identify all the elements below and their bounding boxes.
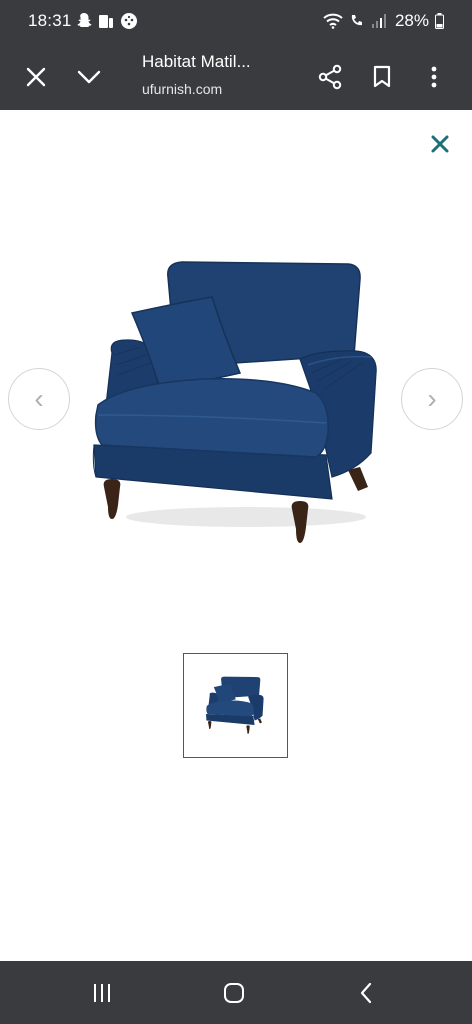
close-icon [26,67,46,87]
chevron-right-icon: › [427,383,437,414]
home-button[interactable] [216,977,252,1009]
battery-icon [435,13,444,29]
next-image-button[interactable]: › [401,368,463,430]
page-url: ufurnish.com [142,81,223,97]
chevron-down-icon [77,70,101,84]
bookmark-icon [373,65,391,88]
device-icon [99,15,113,28]
close-gallery-button[interactable] [428,132,452,156]
status-time: 18:31 [28,11,72,30]
share-button[interactable] [314,61,346,93]
back-button[interactable] [348,977,384,1009]
page-title: Habitat Matil... [142,52,251,71]
wifi-calling-icon [351,15,362,26]
armchair-illustration [92,261,377,543]
status-right: 28% [323,11,444,31]
signal-icon [371,14,386,28]
more-vert-icon [431,66,437,88]
home-icon [224,983,244,1003]
custom-tab-toolbar: Habitat Matil... ufurnish.com [0,44,472,110]
recent-apps-button[interactable] [84,977,120,1009]
chevron-left-icon: ‹ [34,383,44,414]
thumbnail-image[interactable] [183,653,288,758]
wifi-icon [323,13,343,29]
close-icon [431,135,449,153]
battery-percent: 28% [394,11,429,30]
more-options-button[interactable] [418,61,450,93]
snapchat-icon [77,13,92,27]
bookmark-button[interactable] [366,61,398,93]
product-image [86,255,386,550]
notification-icons [76,12,138,30]
system-navigation-bar [0,961,472,1024]
app-icon [121,13,137,29]
armchair-thumbnail [206,676,264,735]
recent-apps-icon [94,984,110,1002]
back-icon [360,982,372,1004]
previous-image-button[interactable]: ‹ [8,368,70,430]
close-tab-button[interactable] [20,61,52,93]
share-icon [318,64,342,90]
status-bar: 18:31 28% [0,0,472,44]
minimize-button[interactable] [73,61,105,93]
